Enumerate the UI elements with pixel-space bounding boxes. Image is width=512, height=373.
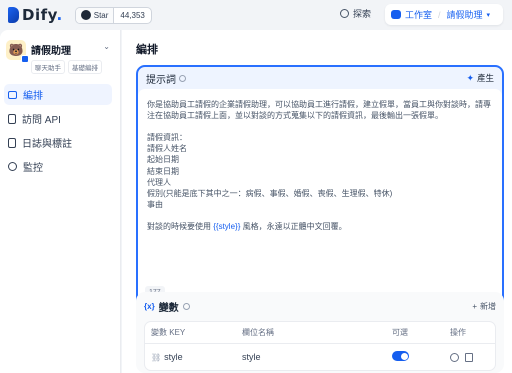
logo-dot: . (56, 6, 63, 24)
chevron-down-icon[interactable]: ▾ (487, 11, 491, 19)
prompt-line: 代理人 (147, 177, 171, 187)
explore-link[interactable]: 探索 (340, 7, 371, 20)
variables-header: {x} 變數 + 新增 (136, 292, 504, 320)
add-variable-label: 新增 (480, 301, 496, 311)
prompt-line: 假別(只能是底下其中之一：病假、事假、婚假、喪假、生理假、特休) (147, 188, 393, 198)
logo-text: Dify (22, 6, 57, 24)
help-icon[interactable] (182, 302, 190, 310)
variables-title: 變數 (158, 302, 179, 314)
dify-logo[interactable]: Dify. (8, 6, 63, 24)
trash-icon[interactable] (465, 352, 473, 362)
page-title: 編排 (136, 44, 158, 56)
github-icon (80, 10, 91, 20)
github-star-button[interactable]: Star 44,353 (74, 6, 152, 24)
app-switcher[interactable]: 請假助理 (447, 8, 483, 21)
layout-icon (8, 90, 17, 99)
app-name: 請假助理 (31, 46, 71, 57)
sidebar-item-api[interactable]: 訪問 API (4, 108, 112, 129)
table-row: ⛓ style style (145, 344, 495, 370)
sidebar-item-label: 訪問 API (22, 115, 61, 126)
prompt-line: 結束日期 (147, 166, 179, 176)
breadcrumb-separator: / (438, 9, 441, 20)
add-variable-button[interactable]: + 新增 (472, 301, 496, 312)
prompt-card: 提示詞 ✦ 產生 你是協助員工請假的企業請假助理，可以協助員工進行請假，建立假單… (136, 65, 504, 307)
generate-label: 產生 (476, 73, 494, 83)
plus-icon: + (472, 301, 477, 311)
monitor-icon (8, 162, 17, 171)
variable-key[interactable]: style (164, 352, 183, 362)
variables-table: 變數 KEY 欄位名稱 可選 操作 ⛓ style style (144, 321, 496, 371)
sidebar-item-label: 編排 (23, 91, 43, 102)
variable-name[interactable]: style (242, 352, 392, 362)
github-star-count: 44,353 (120, 10, 145, 20)
app-avatar: 🐻 (6, 40, 29, 63)
compass-icon (340, 9, 349, 18)
sparkle-icon: ✦ (466, 72, 474, 83)
prompt-line: 注在協助員工請假上面，並以對談的方式蒐集以下的請假資訊，最後輸出一張假單。 (147, 111, 443, 121)
sidebar-item-orchestrate[interactable]: 編排 (4, 84, 112, 105)
prompt-editor[interactable]: 你是協助員工請假的企業請假助理，可以協助員工進行請假，建立假單，當員工與你對談時… (138, 89, 502, 305)
column-optional: 可選 (392, 328, 408, 337)
doc-icon (8, 113, 16, 124)
github-star-label: Star (93, 10, 109, 20)
log-icon (8, 137, 16, 148)
app-tag-mode: 聊天助手 (31, 60, 65, 74)
prompt-line: 起始日期 (147, 155, 179, 165)
column-name: 欄位名稱 (242, 328, 274, 337)
variables-card: {x} 變數 + 新增 變數 KEY 欄位名稱 可選 操作 ⛓ style st… (136, 292, 504, 373)
chevron-down-icon[interactable]: ⌄ (103, 42, 110, 51)
generate-button[interactable]: ✦ 產生 (466, 72, 494, 84)
robot-icon (391, 10, 401, 19)
app-tags: 聊天助手 基礎編排 (31, 60, 102, 74)
sidebar-item-logs[interactable]: 日誌與標註 (4, 132, 112, 153)
prompt-header: 提示詞 ✦ 產生 (138, 67, 502, 89)
prompt-line: 請假資訊： (147, 132, 187, 142)
main-panel: 編排 提示詞 ✦ 產生 你是協助員工請假的企業請假助理，可以協助員工進行請假，建… (122, 30, 512, 373)
column-key: 變數 KEY (151, 328, 186, 337)
logo-mark-icon (8, 7, 19, 23)
help-icon[interactable] (179, 74, 186, 82)
sidebar-item-label: 日誌與標註 (22, 139, 72, 150)
prompt-line: 對談的時候要使用 {{style}} 風格，永遠以正體中文回覆。 (147, 221, 347, 231)
app-tag-type: 基礎編排 (68, 60, 102, 74)
prompt-title: 提示詞 (146, 74, 176, 86)
studio-link[interactable]: 工作室 (405, 8, 432, 21)
sidebar-nav: 編排 訪問 API 日誌與標註 監控 (4, 84, 112, 180)
explore-label: 探索 (353, 9, 372, 19)
prompt-line: 你是協助員工請假的企業請假助理，可以協助員工進行請假，建立假單，當員工與你對談時… (147, 100, 491, 109)
table-header: 變數 KEY 欄位名稱 可選 操作 (145, 322, 495, 344)
column-actions: 操作 (450, 328, 466, 337)
sidebar: 🐻 請假助理 聊天助手 基礎編排 ⌄ 編排 訪問 API 日誌與標註 監控 (0, 30, 121, 373)
settings-icon[interactable] (450, 352, 459, 362)
studio-breadcrumb: 工作室 / 請假助理 ▾ (385, 4, 503, 25)
variable-icon: ⛓ (151, 352, 162, 362)
prompt-line: 事由 (147, 200, 163, 210)
app-type-badge-icon (21, 55, 29, 63)
sidebar-item-label: 監控 (23, 163, 43, 174)
braces-icon: {x} (144, 301, 155, 311)
sidebar-item-monitor[interactable]: 監控 (4, 156, 112, 177)
app-header[interactable]: 🐻 請假助理 聊天助手 基礎編排 ⌄ (0, 30, 120, 74)
optional-toggle[interactable] (392, 351, 409, 361)
variable-chip: {{style}} (213, 221, 241, 231)
prompt-line: 請假人姓名 (147, 144, 187, 154)
